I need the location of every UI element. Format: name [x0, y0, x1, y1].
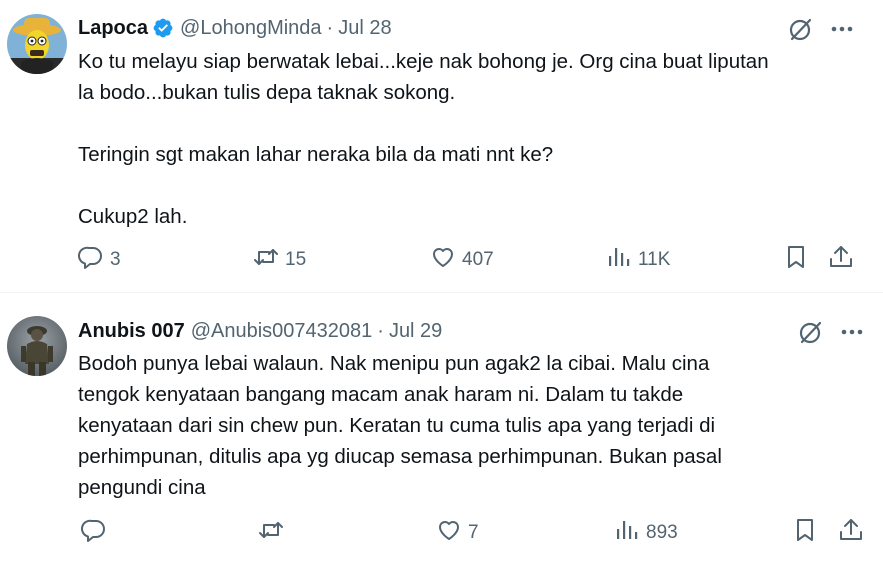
repost-count: 15	[285, 249, 307, 270]
bookmark-button[interactable]	[783, 245, 809, 275]
repost-button[interactable]: 15	[253, 245, 306, 275]
author-name[interactable]: Lapoca	[78, 17, 148, 40]
grok-icon[interactable]	[797, 318, 825, 346]
view-count: 893	[646, 522, 678, 543]
reply-icon	[81, 517, 107, 549]
reply-count: 3	[110, 249, 121, 270]
share-icon	[828, 244, 854, 276]
avatar[interactable]	[7, 14, 67, 74]
tweet-text: Bodoh punya lebai walaun. Nak menipu pun…	[78, 352, 722, 499]
more-options-icon[interactable]	[838, 318, 866, 346]
like-button[interactable]: 407	[430, 245, 494, 275]
analytics-icon	[606, 244, 632, 276]
tweet-header: Anubis 007 @Anubis007432081 · Jul 29	[78, 317, 442, 345]
author-handle[interactable]: @Anubis007432081	[191, 320, 373, 343]
reply-button[interactable]: 3	[78, 245, 121, 275]
reply-button[interactable]	[81, 518, 113, 548]
tweet[interactable]: Lapoca @LohongMinda · Jul 28 Ko tu melay…	[0, 0, 883, 292]
like-count: 7	[468, 522, 479, 543]
share-button[interactable]	[838, 518, 864, 548]
verified-badge-icon	[152, 17, 174, 39]
tweet[interactable]: Anubis 007 @Anubis007432081 · Jul 29 Bod…	[0, 293, 883, 565]
tweet-date[interactable]: Jul 29	[389, 320, 442, 343]
grok-icon[interactable]	[787, 15, 815, 43]
views-button[interactable]: 893	[614, 518, 678, 548]
author-handle[interactable]: @LohongMinda	[180, 17, 322, 40]
avatar[interactable]	[7, 316, 67, 376]
analytics-icon	[614, 517, 640, 549]
repost-button[interactable]	[258, 518, 290, 548]
tweet-text: Ko tu melayu siap berwatak lebai...keje …	[78, 50, 769, 228]
tweet-date[interactable]: Jul 28	[338, 17, 391, 40]
bookmark-button[interactable]	[792, 518, 818, 548]
views-button[interactable]: 11K	[606, 245, 670, 275]
view-count: 11K	[638, 249, 671, 270]
like-count: 407	[462, 249, 494, 270]
repost-icon	[253, 244, 279, 276]
separator-dot: ·	[377, 319, 384, 342]
bookmark-icon	[792, 517, 818, 549]
more-options-icon[interactable]	[828, 15, 856, 43]
separator-dot: ·	[326, 16, 334, 39]
like-button[interactable]: 7	[436, 518, 479, 548]
reply-icon	[78, 244, 104, 276]
heart-icon	[436, 517, 462, 549]
heart-icon	[430, 244, 456, 276]
repost-icon	[258, 517, 284, 549]
share-icon	[838, 517, 864, 549]
share-button[interactable]	[828, 245, 854, 275]
bookmark-icon	[783, 244, 809, 276]
author-name[interactable]: Anubis 007	[78, 320, 185, 343]
tweet-header: Lapoca @LohongMinda · Jul 28	[78, 14, 392, 42]
